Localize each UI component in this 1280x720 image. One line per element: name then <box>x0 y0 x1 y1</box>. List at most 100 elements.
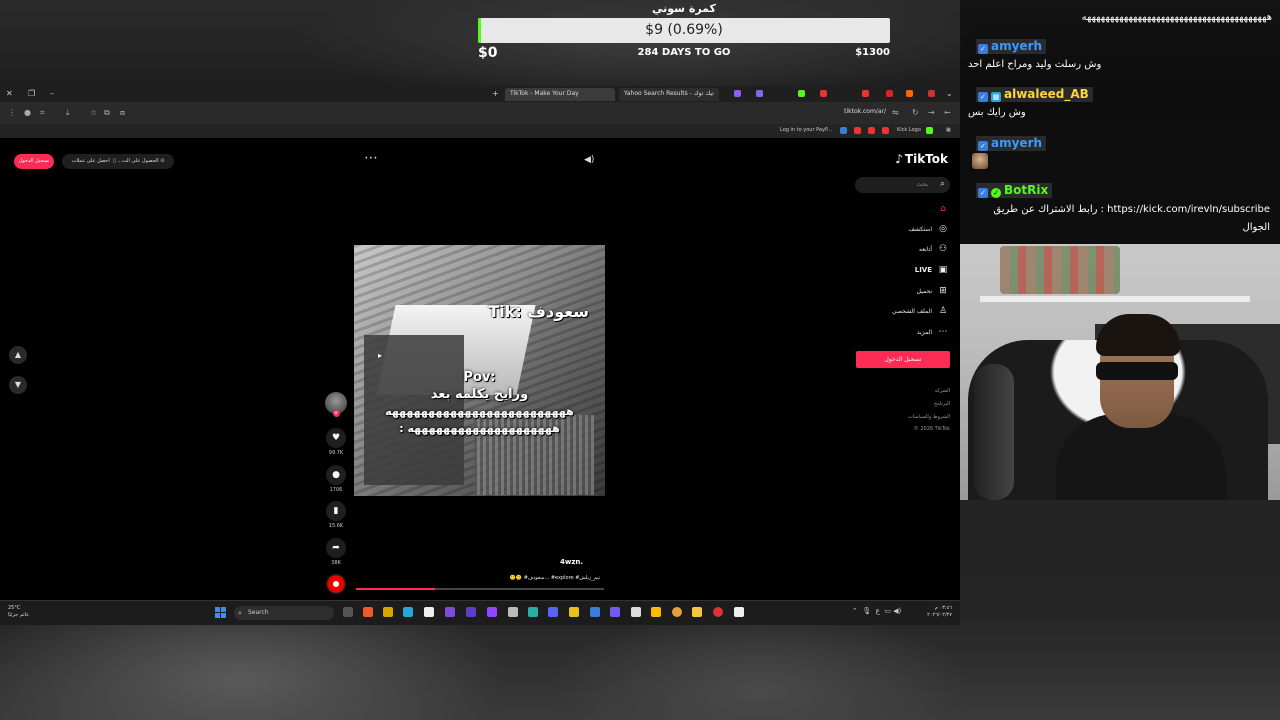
nav-item-home[interactable]: ⌂ <box>828 204 948 218</box>
site-info-icon[interactable]: ⇋ <box>892 108 899 117</box>
app-icon[interactable] <box>508 607 518 617</box>
bookmark-kick-logo[interactable]: Kick Logo <box>897 127 921 133</box>
all-bookmarks-icon[interactable]: ▦ <box>946 127 951 133</box>
reload-icon[interactable]: ↻ <box>912 108 919 117</box>
tab-tiktok[interactable]: TikTok - Make Your Day <box>505 88 615 101</box>
downloads-icon[interactable]: ⤓ <box>66 108 70 118</box>
app-icon[interactable] <box>713 607 723 617</box>
chevron-down-icon[interactable]: ⌄ <box>946 89 953 98</box>
music-disc-button[interactable] <box>322 574 350 594</box>
windows-start-icon[interactable] <box>215 607 226 618</box>
search-icon[interactable]: ⌕ <box>940 179 945 189</box>
app-icon[interactable] <box>610 607 620 617</box>
nav-item-explore[interactable]: استكشف ◎ <box>828 224 948 238</box>
edge-icon[interactable] <box>403 607 413 617</box>
like-button[interactable]: ♥ 99.7K <box>322 428 350 456</box>
extension-icon[interactable] <box>756 90 763 97</box>
footer-link-program[interactable]: البرنامج <box>934 401 950 407</box>
menu-icon[interactable]: ⋮ <box>8 108 16 117</box>
extension-icon[interactable] <box>820 90 827 97</box>
extension-icon[interactable] <box>928 90 935 97</box>
url-field[interactable]: tiktok.com/ar/ <box>844 108 886 115</box>
extensions-icon[interactable]: ⌗ <box>40 108 45 118</box>
new-tab-icon[interactable]: + <box>492 89 499 98</box>
notepad-icon[interactable] <box>734 607 744 617</box>
nav-item-profile[interactable]: الملف الشخصي ♙ <box>828 306 948 320</box>
minimize-window-icon[interactable]: – <box>50 89 54 98</box>
get-app-coins-bar[interactable]: الحصول على الت... ▯ احصل على عملات ⊙ <box>62 154 174 169</box>
extension-icon[interactable] <box>886 90 893 97</box>
obs-icon[interactable] <box>466 607 476 617</box>
nav-item-more[interactable]: المزيد ⋯ <box>828 327 948 341</box>
bookmark-icon[interactable] <box>868 127 875 134</box>
weather-widget[interactable]: 25°C غائم جزئيًا <box>8 605 29 619</box>
bookmark-paypal[interactable]: Log in to your PayP... <box>780 127 832 133</box>
search-input[interactable]: بحث ⌕ <box>855 177 950 193</box>
clock[interactable]: ٠٣:٤٦ م ٢٠٢٦/٠٢/٢٧ <box>927 605 952 619</box>
app-icon[interactable] <box>528 607 538 617</box>
volume-icon[interactable]: ◀) <box>584 155 594 165</box>
nav-label: أتابعه <box>919 245 932 253</box>
twitch-icon[interactable] <box>487 607 497 617</box>
taskbar-search[interactable]: ⌕ Search <box>234 606 334 620</box>
footer-link-terms[interactable]: الشروط والسياسات <box>908 414 950 420</box>
kick-icon[interactable] <box>926 127 933 134</box>
store-icon[interactable] <box>424 607 434 617</box>
language-indicator[interactable]: ع <box>876 607 880 615</box>
save-button[interactable]: ▮ 15.6K <box>322 501 350 529</box>
file-explorer-icon[interactable] <box>692 607 702 617</box>
back-icon[interactable]: ← <box>944 108 951 117</box>
app-icon[interactable] <box>590 607 600 617</box>
get-app-link[interactable]: الحصول على الت... <box>117 158 158 164</box>
chrome-icon[interactable] <box>672 607 682 617</box>
login-button[interactable]: تسجيل الدخول <box>856 351 950 368</box>
nav-item-live[interactable]: LIVE ▣ <box>828 265 948 279</box>
bookmark-icon[interactable] <box>840 127 847 134</box>
profile-icon: ♙ <box>938 306 948 316</box>
discord-icon[interactable] <box>548 607 558 617</box>
profile-icon[interactable]: ● <box>24 108 31 117</box>
settings-gear-icon[interactable] <box>631 607 641 617</box>
nav-item-following[interactable]: أتابعه ⚇ <box>828 244 948 258</box>
tab-label: TikTok - Make Your Day <box>510 90 579 97</box>
next-video-button[interactable]: ▼ <box>9 376 27 394</box>
windows-taskbar: 25°C غائم جزئيًا ⌕ Search ⌃ 🎙 ع ▭ ◀) ٠٣:… <box>0 600 960 625</box>
footer-link-company[interactable]: الشركة <box>935 388 950 394</box>
extension-icon[interactable] <box>906 90 913 97</box>
extension-icon[interactable] <box>734 90 741 97</box>
bookmark-star-icon[interactable]: ☆ <box>90 108 97 117</box>
follow-plus-icon[interactable]: + <box>332 410 340 417</box>
more-options-icon[interactable]: ⋯ <box>364 150 378 166</box>
video-author[interactable]: 4wzn. <box>560 558 583 566</box>
login-pill-button[interactable]: تسجيل الدخول <box>14 154 54 169</box>
forward-icon[interactable]: → <box>928 108 935 117</box>
close-window-icon[interactable]: ✕ <box>6 89 13 98</box>
tab-yahoo[interactable]: Yahoo Search Results - تيك توك <box>619 88 719 101</box>
comment-button[interactable]: ● 1706 <box>322 465 350 493</box>
app-icon[interactable] <box>569 607 579 617</box>
video-progress-bar[interactable] <box>356 588 604 590</box>
bookmark-icon[interactable] <box>854 127 861 134</box>
brave-icon[interactable] <box>363 607 373 617</box>
share-icon[interactable]: ⧉ <box>104 108 110 118</box>
extension-icon[interactable] <box>862 90 869 97</box>
previous-video-button[interactable]: ▲ <box>9 346 27 364</box>
volume-icon[interactable]: ◀) <box>893 607 901 615</box>
copilot-icon[interactable] <box>445 607 455 617</box>
video-player[interactable]: Tik: سعودف ▸ Pov: ورايح يكلمه بعد هههههه… <box>354 245 605 496</box>
restore-window-icon[interactable]: ❐ <box>28 89 35 98</box>
author-avatar-button[interactable]: + <box>322 392 350 417</box>
bookmark-icon[interactable] <box>882 127 889 134</box>
share-button[interactable]: ➦ 38K <box>322 538 350 566</box>
tiktok-logo[interactable]: ♪ TikTok <box>895 152 948 166</box>
network-icon[interactable]: ▭ <box>884 607 891 615</box>
app-icon[interactable] <box>383 607 393 617</box>
extension-icon[interactable] <box>798 90 805 97</box>
chevron-up-icon[interactable]: ⌃ <box>852 607 858 615</box>
nav-item-upload[interactable]: تحميل ⊞ <box>828 286 948 300</box>
install-icon[interactable]: ⧈ <box>120 108 125 118</box>
get-coins-link[interactable]: احصل على عملات <box>72 158 110 164</box>
mic-icon[interactable]: 🎙 <box>862 607 871 615</box>
task-view-icon[interactable] <box>343 607 353 617</box>
app-icon[interactable] <box>651 607 661 617</box>
